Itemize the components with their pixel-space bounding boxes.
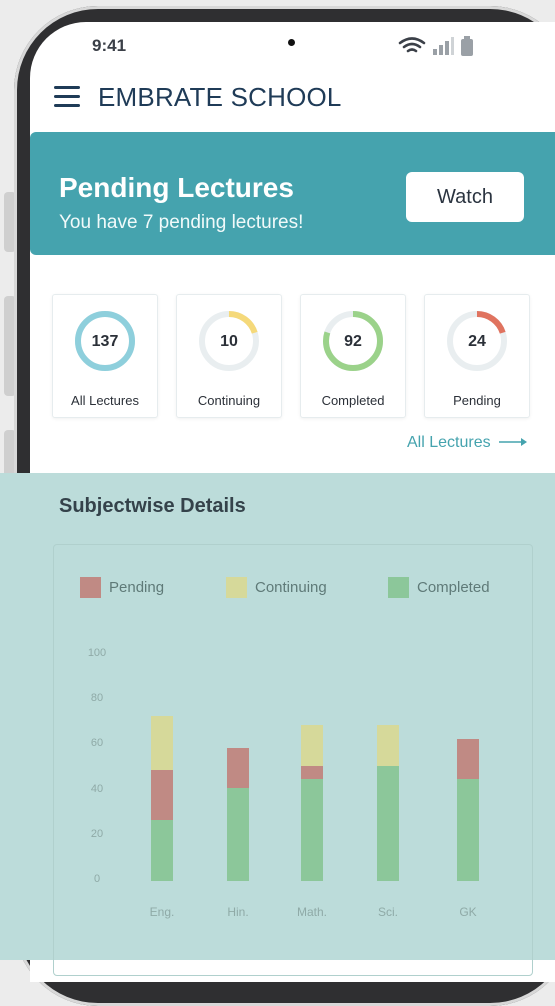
stat-value: 92 — [344, 333, 362, 350]
status-icons — [398, 36, 474, 56]
bar-completed-math — [301, 779, 323, 881]
stat-value: 10 — [220, 333, 238, 350]
y-tick-label: 80 — [90, 692, 104, 705]
bar-completed-hin — [227, 788, 249, 881]
y-tick-label: 20 — [90, 827, 104, 840]
stat-label: Completed — [321, 393, 385, 408]
stat-label: Continuing — [197, 393, 261, 408]
legend-item-completed[interactable]: Completed — [388, 577, 490, 598]
bar-pending-eng — [151, 770, 173, 820]
banner-title: Pending Lectures — [59, 172, 294, 203]
legend-swatch — [226, 577, 247, 598]
x-tick-label: Hin. — [227, 905, 249, 919]
x-tick-label: Math. — [296, 905, 327, 919]
bar-continuing-sci — [377, 725, 399, 766]
x-tick-label: Sci. — [377, 905, 398, 919]
hamburger-menu-icon[interactable] — [54, 86, 80, 108]
all-lectures-label: All Lectures — [407, 434, 491, 451]
front-camera — [288, 39, 295, 46]
legend-swatch — [388, 577, 409, 598]
y-tick-label: 40 — [90, 782, 104, 795]
stat-label: All Lectures — [71, 393, 139, 408]
bar-completed-gk — [457, 779, 479, 881]
bar-completed-sci — [377, 765, 399, 881]
stat-card-all-lectures[interactable]: 137 All Lectures — [52, 294, 158, 418]
y-tick-label: 100 — [87, 647, 107, 659]
stat-label: Pending — [453, 393, 501, 408]
y-tick-label: 60 — [90, 737, 104, 750]
x-tick-label: GK — [459, 905, 477, 919]
section-title: Subjectwise Details — [59, 495, 246, 517]
x-tick-label: Eng. — [149, 905, 175, 919]
banner-subtitle: You have 7 pending lectures! — [59, 212, 304, 233]
bar-pending-gk — [457, 738, 479, 780]
legend-swatch — [80, 577, 101, 598]
bar-continuing-math — [301, 725, 323, 766]
bar-continuing-eng — [151, 716, 173, 771]
stat-card-pending[interactable]: 24 Pending — [424, 294, 530, 418]
bar-pending-math — [301, 765, 323, 780]
subjectwise-chart: Pending Continuing Completed 0 20 40 60 80 100 En… — [53, 544, 533, 976]
stat-card-continuing[interactable]: 10 Continuing — [176, 294, 282, 418]
all-lectures-link[interactable]: All Lectures — [407, 434, 529, 452]
status-time: 9:41 — [92, 36, 127, 55]
bar-pending-hin — [227, 747, 249, 789]
y-tick-label: 0 — [93, 873, 101, 885]
pending-lectures-banner: Pending Lectures You have 7 pending lect… — [30, 132, 555, 255]
stat-card-completed[interactable]: 92 Completed — [300, 294, 406, 418]
bar-completed-eng — [151, 819, 173, 881]
watch-button[interactable]: Watch — [406, 172, 524, 222]
legend-item-continuing[interactable]: Continuing — [226, 577, 327, 598]
legend-item-pending[interactable]: Pending — [80, 577, 164, 598]
stat-value: 24 — [468, 333, 486, 350]
wifi-icon — [398, 37, 426, 53]
signal-icon — [433, 37, 454, 55]
legend-label: Continuing — [255, 579, 327, 596]
stat-value: 137 — [91, 333, 119, 350]
battery-icon — [461, 36, 473, 56]
app-title: EMBRATE SCHOOL — [98, 82, 342, 112]
arrow-right-icon — [499, 438, 528, 446]
legend-label: Pending — [109, 579, 165, 596]
subjectwise-section: Subjectwise Details Pending Continuing Com… — [0, 473, 555, 976]
legend-label: Completed — [417, 579, 490, 596]
